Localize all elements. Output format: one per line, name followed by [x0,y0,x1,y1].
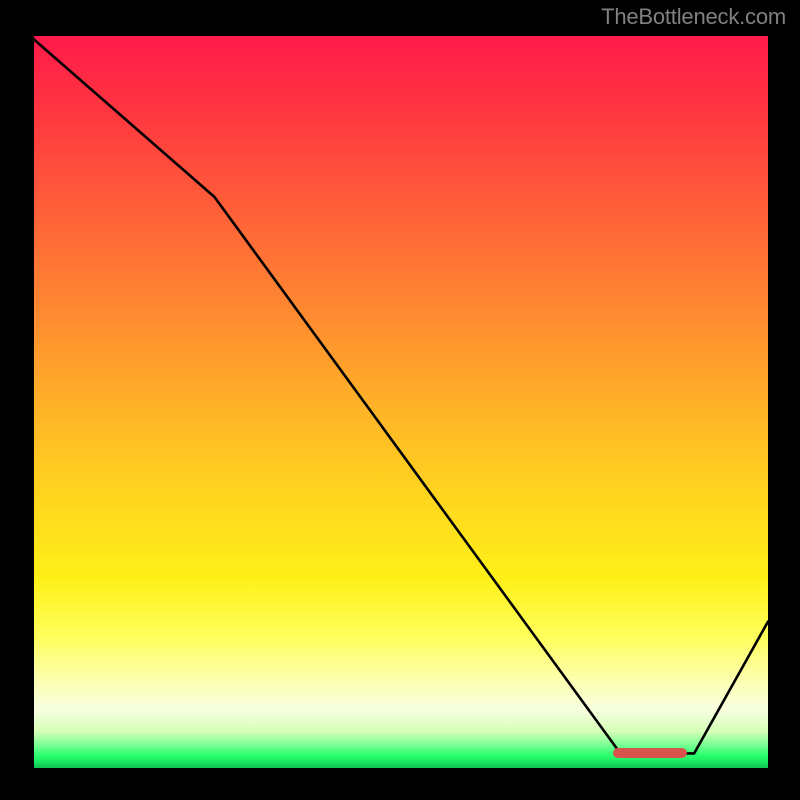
chart-plot-area [30,36,768,768]
optimal-range-marker [613,748,687,758]
x-axis [30,768,768,772]
attribution-text: TheBottleneck.com [601,4,786,30]
y-axis [30,36,34,772]
